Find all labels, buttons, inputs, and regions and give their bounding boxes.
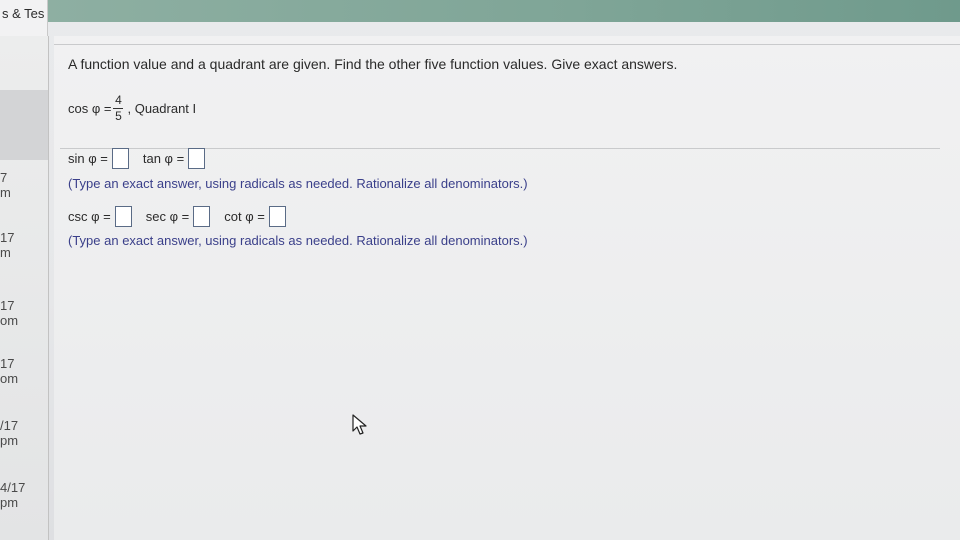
sidebar-highlight-band: [0, 90, 48, 160]
sidebar-item-date: 4/17: [0, 480, 26, 495]
given-suffix: , Quadrant I: [127, 100, 197, 116]
sidebar-item-3[interactable]: 17 om: [0, 298, 48, 328]
answer-note-2: (Type an exact answer, using radicals as…: [68, 233, 528, 248]
browser-top-bar: [0, 0, 960, 22]
assignment-sidebar: 7 m 17 m 17 om 17 om /17 pm 4/17 pm: [0, 36, 49, 540]
sidebar-item-time: m: [0, 185, 11, 200]
sidebar-item-date: 17: [0, 356, 15, 371]
sec-label: sec φ =: [145, 209, 190, 224]
answer-row-2: csc φ = sec φ = cot φ =: [68, 206, 300, 227]
tan-label: tan φ =: [142, 151, 185, 166]
tan-answer: tan φ =: [142, 148, 206, 169]
sidebar-item-date: 17: [0, 230, 15, 245]
sidebar-item-date: /17: [0, 418, 19, 433]
sidebar-item-4[interactable]: 17 om: [0, 356, 48, 386]
mouse-pointer-icon: [352, 414, 367, 435]
sec-input[interactable]: [193, 206, 211, 227]
sidebar-item-1[interactable]: 7 m: [0, 170, 48, 200]
csc-input[interactable]: [114, 206, 132, 227]
given-prefix: cos φ =: [68, 100, 112, 116]
sidebar-item-time: m: [0, 245, 11, 260]
header-divider: [54, 44, 960, 45]
sidebar-item-time: om: [0, 313, 19, 328]
sidebar-item-time: om: [0, 371, 19, 386]
fraction-denominator: 5: [115, 108, 122, 123]
sin-input[interactable]: [111, 148, 129, 169]
sin-label: sin φ =: [68, 151, 108, 166]
sidebar-item-6[interactable]: 4/17 pm: [0, 480, 48, 510]
given-fraction: 4 5: [113, 92, 124, 123]
sidebar-item-time: pm: [0, 495, 19, 510]
sidebar-item-5[interactable]: /17 pm: [0, 418, 48, 448]
csc-answer: csc φ =: [68, 206, 132, 227]
answer-note-1: (Type an exact answer, using radicals as…: [68, 176, 528, 191]
cot-input[interactable]: [268, 206, 286, 227]
sin-answer: sin φ =: [68, 148, 129, 169]
fraction-numerator: 4: [115, 92, 122, 107]
sidebar-item-2[interactable]: 17 m: [0, 230, 48, 260]
tan-input[interactable]: [188, 148, 206, 169]
given-value: cos φ = 4 5 , Quadrant I: [68, 92, 196, 124]
sidebar-item-date: 7: [0, 170, 8, 185]
sidebar-item-date: 17: [0, 298, 15, 313]
csc-label: csc φ =: [68, 209, 111, 224]
course-tab[interactable]: s & Tes: [0, 0, 48, 36]
cot-label: cot φ =: [224, 209, 265, 224]
sec-answer: sec φ =: [145, 206, 211, 227]
sidebar-item-time: pm: [0, 433, 19, 448]
question-instruction: A function value and a quadrant are give…: [68, 56, 678, 72]
answer-row-1: sin φ = tan φ =: [68, 148, 219, 169]
cot-answer: cot φ =: [224, 206, 286, 227]
